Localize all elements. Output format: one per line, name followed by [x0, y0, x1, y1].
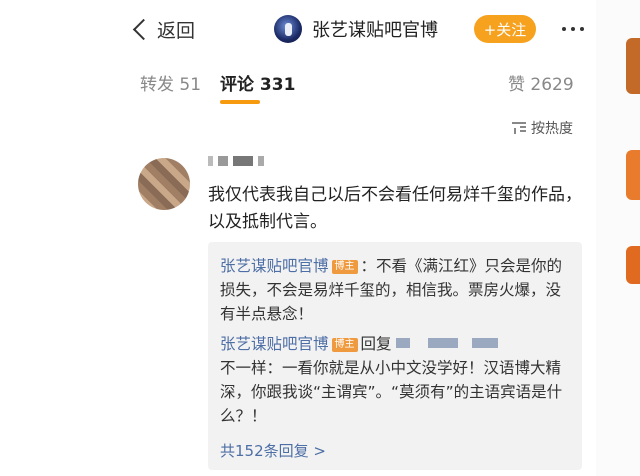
author-badge: 博主	[331, 260, 358, 274]
commenter-name-blurred[interactable]	[208, 156, 264, 170]
top-nav-bar: 返回 张艺谋贴吧官博 +关注	[122, 0, 596, 58]
sort-label: 按热度	[531, 121, 573, 137]
reply-item: 张艺谋贴吧官博 博主 ：不看《满江红》只会是你的损失，不会是易烊千玺的，相信我。票房…	[220, 254, 570, 326]
account-title[interactable]: 张艺谋贴吧官博	[274, 14, 438, 44]
tab-reposts[interactable]: 转发 51	[140, 70, 201, 95]
app-screen: 返回 张艺谋贴吧官博 +关注 转发 51 评论 331 赞 2629 按热度 我…	[122, 0, 596, 476]
tab-likes[interactable]: 赞 2629	[508, 70, 574, 95]
reply-thread: 张艺谋贴吧官博 博主 ：不看《满江红》只会是你的损失，不会是易烊千玺的，相信我。票房…	[208, 242, 582, 470]
right-margin	[596, 0, 640, 476]
follow-button[interactable]: +关注	[474, 15, 536, 43]
blurred-username	[472, 338, 499, 348]
edge-thumbnail	[626, 38, 640, 94]
sort-button[interactable]: 按热度	[512, 118, 573, 138]
edge-thumbnail	[626, 246, 640, 284]
blurred-username	[428, 338, 459, 348]
active-tab-indicator	[220, 100, 260, 104]
comment-text: 我仅代表我自己以后不会看任何易烊千玺的作品，以及抵制代言。	[208, 185, 582, 232]
chevron-left-icon	[132, 18, 155, 40]
author-badge: 博主	[331, 338, 358, 352]
account-avatar	[274, 15, 302, 43]
reply-user[interactable]: 张艺谋贴吧官博	[220, 257, 329, 275]
more-options-icon[interactable]	[562, 27, 584, 31]
reply-action: 回复	[360, 335, 392, 353]
tab-comments[interactable]: 评论 331	[220, 70, 295, 95]
reply-user[interactable]: 张艺谋贴吧官博	[220, 335, 329, 353]
back-button[interactable]: 返回	[132, 14, 196, 44]
back-label: 返回	[157, 19, 196, 42]
reply-text: 不一样：一看你就是从小中文没学好！汉语博大精深，你跟我谈“主谓宾”。“莫须有”的…	[220, 359, 563, 425]
reply-item: 张艺谋贴吧官博 博主 回复 不一样：一看你就是从小中文没学好！汉语博大精深，你跟我谈…	[220, 332, 570, 428]
left-margin	[0, 0, 122, 476]
commenter-avatar[interactable]	[138, 158, 190, 210]
view-more-replies-link[interactable]: 共152条回复 >	[220, 440, 326, 461]
sort-icon	[512, 122, 526, 134]
post-tabs: 转发 51 评论 331 赞 2629	[122, 58, 596, 106]
blurred-username	[396, 338, 411, 348]
edge-thumbnail	[626, 150, 640, 200]
account-name: 张艺谋贴吧官博	[312, 20, 438, 41]
